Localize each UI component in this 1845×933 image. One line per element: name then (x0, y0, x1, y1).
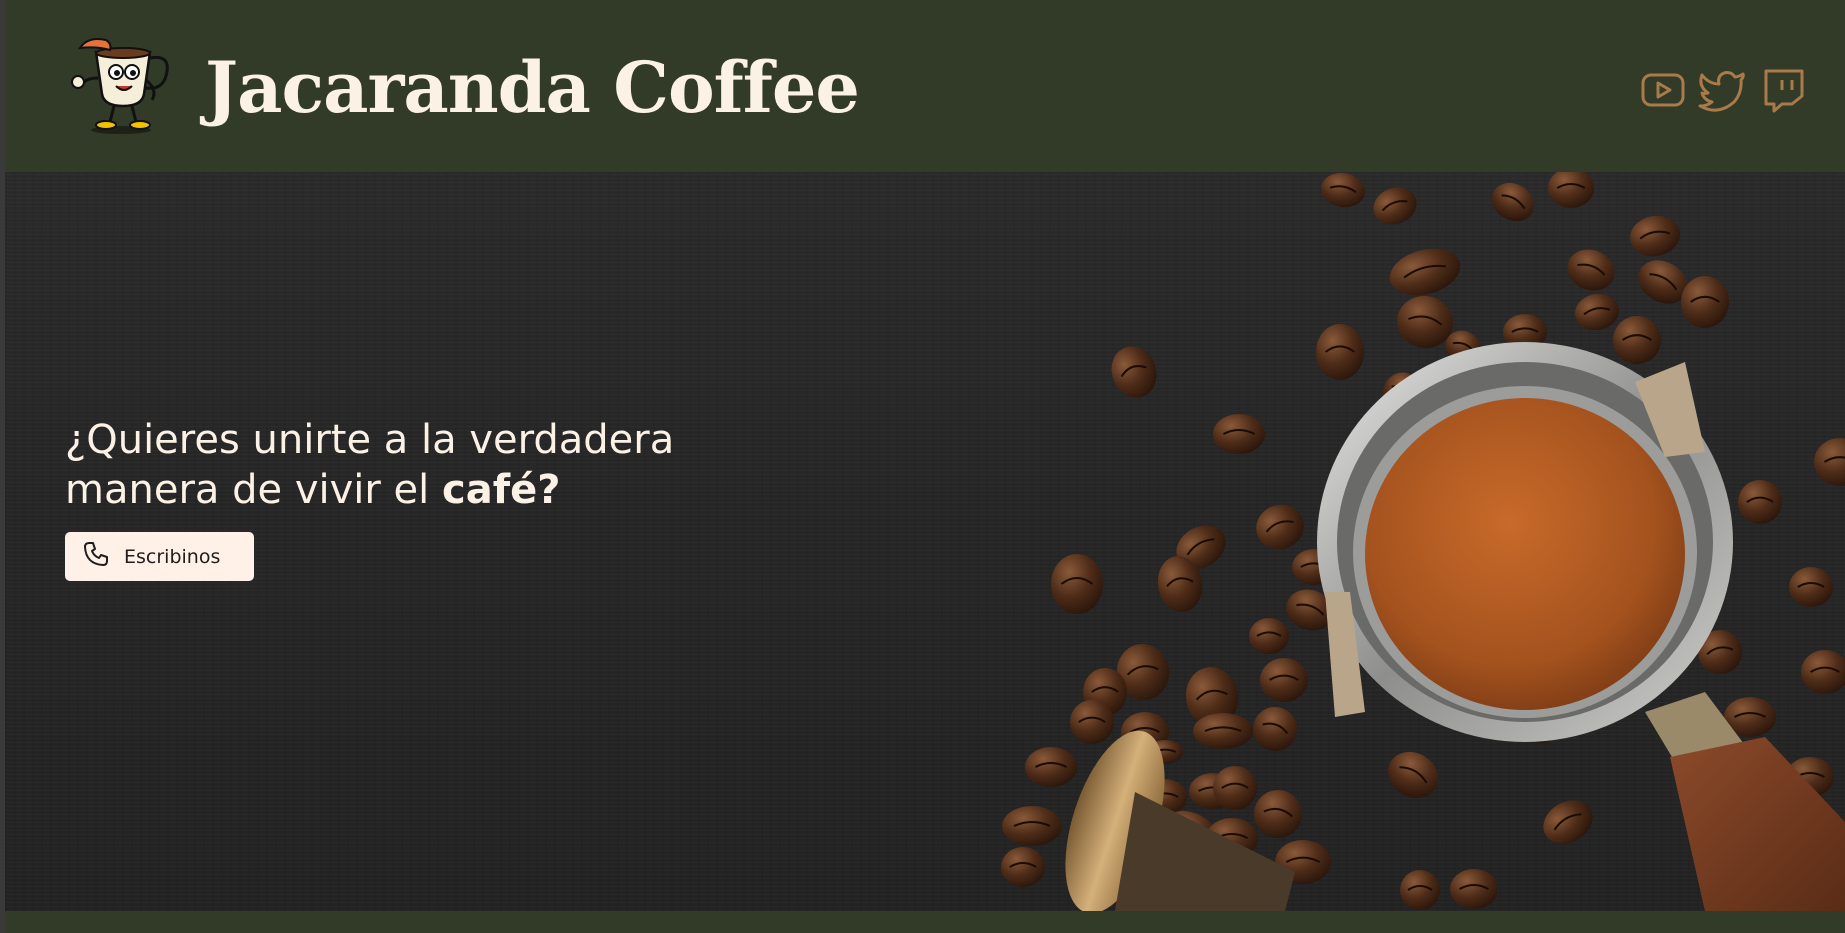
coffee-bean (1002, 806, 1062, 846)
phone-icon (82, 540, 110, 573)
coffee-bean (1738, 480, 1782, 524)
hero-headline: ¿Quieres unirte a la verdadera manera de… (65, 415, 805, 515)
coffee-bean (1543, 800, 1593, 844)
coffee-bean (1567, 249, 1615, 291)
coffee-bean (1193, 713, 1253, 749)
coffee-bean (1789, 567, 1833, 607)
coffee-bean (1491, 182, 1535, 222)
coffee-bean (1387, 751, 1439, 799)
coffee-bean (1389, 248, 1461, 296)
coffee-bean (1814, 438, 1845, 486)
coffee-bean (1111, 346, 1157, 398)
coffee-bean (1051, 554, 1103, 614)
hero-line-1: ¿Quieres unirte a la verdadera (65, 417, 675, 463)
coffee-bean (1025, 747, 1077, 787)
escribinos-button[interactable]: Escribinos (65, 532, 254, 581)
coffee-bean (1548, 172, 1594, 208)
coffee-bean (1575, 293, 1619, 331)
hero-line-2: manera de vivir el (65, 467, 442, 513)
coffee-bean (1681, 276, 1729, 328)
coffee-bean (1253, 707, 1297, 751)
coffee-bean (1254, 790, 1302, 838)
coffee-beans-portafilter-image (1001, 172, 1845, 911)
coffee-bean (1256, 504, 1304, 550)
coffee-bean (1001, 847, 1045, 887)
coffee-bean (1373, 187, 1417, 225)
coffee-bean (1450, 869, 1498, 909)
coffee-bean (1321, 172, 1365, 208)
coffee-bean (1213, 766, 1257, 810)
coffee-bean (1070, 700, 1114, 744)
twitter-icon[interactable] (1698, 68, 1746, 112)
site-header: Jacaranda Coffee (5, 0, 1845, 172)
coffee-cup-mascot-icon[interactable] (66, 34, 184, 136)
coffee-bean (1213, 414, 1265, 454)
coffee-bean (1260, 658, 1308, 702)
footer-strip (5, 911, 1845, 933)
escribinos-label: Escribinos (124, 545, 221, 568)
coffee-bean (1400, 870, 1440, 910)
twitch-icon[interactable] (1762, 68, 1806, 114)
brand-title[interactable]: Jacaranda Coffee (205, 40, 860, 136)
hero-highlight: café? (442, 467, 561, 513)
page-frame: Jacaranda Coffee ¿Quieres unirte a la ve… (5, 0, 1845, 933)
youtube-icon[interactable] (1640, 70, 1686, 110)
coffee-bean (1249, 618, 1289, 654)
coffee-bean (1316, 324, 1364, 380)
coffee-bean (1613, 316, 1661, 364)
hero-banner: ¿Quieres unirte a la verdadera manera de… (5, 172, 1845, 911)
coffee-bean (1630, 215, 1680, 257)
